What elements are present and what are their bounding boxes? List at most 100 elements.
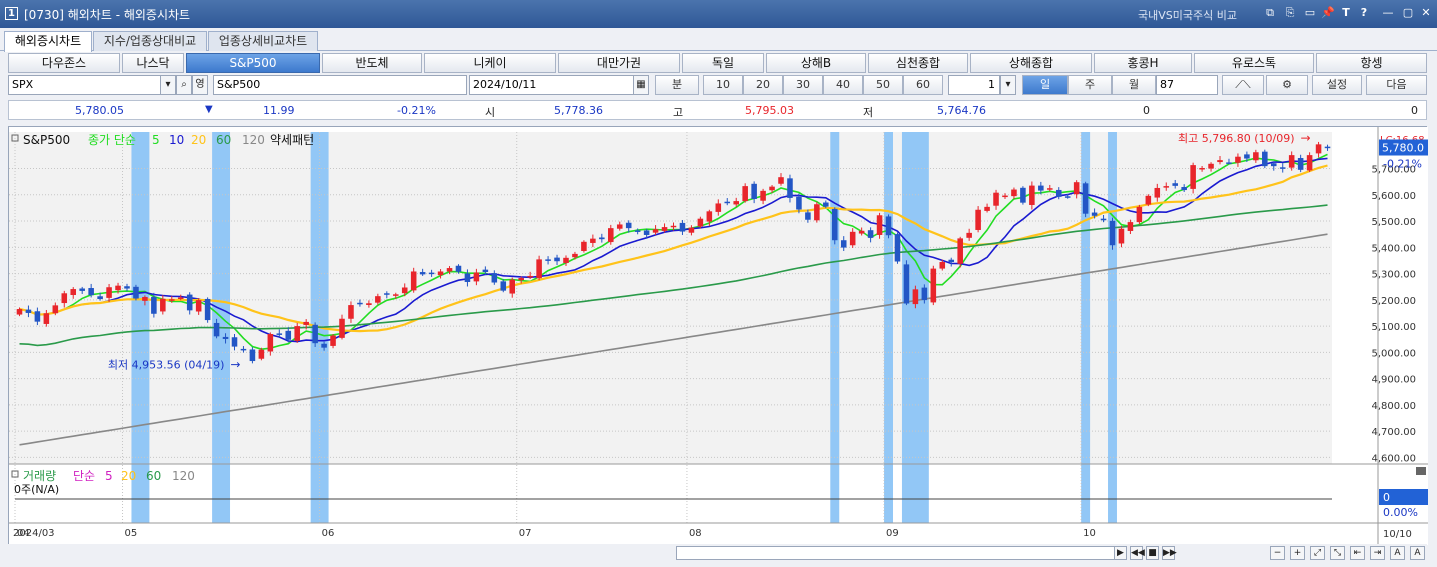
- candle-body: [751, 183, 757, 199]
- play-icon[interactable]: ▶: [1114, 546, 1127, 560]
- zoom-fit-icon[interactable]: ⤢: [1310, 546, 1325, 560]
- index-button-shenzhen[interactable]: 심천종합: [868, 53, 968, 73]
- minimize-icon[interactable]: —: [1380, 5, 1396, 21]
- font-icon[interactable]: T: [1338, 5, 1354, 21]
- candle-body: [43, 313, 50, 324]
- index-button-germany[interactable]: 독일: [682, 53, 764, 73]
- minute-20-button[interactable]: 20: [743, 75, 783, 95]
- index-button-dow[interactable]: 다우존스: [8, 53, 120, 73]
- candle-body: [384, 293, 390, 295]
- minute-30-button[interactable]: 30: [783, 75, 823, 95]
- candle-body: [446, 268, 453, 272]
- period-week-button[interactable]: 주: [1068, 75, 1112, 95]
- date-tick: 07: [519, 528, 532, 539]
- font-large-icon[interactable]: A: [1410, 546, 1425, 560]
- index-button-taiwan[interactable]: 대만가권: [558, 53, 680, 73]
- candle-body: [715, 203, 722, 212]
- ying-button[interactable]: 영: [192, 75, 208, 95]
- zoom-in-icon[interactable]: +: [1290, 546, 1305, 560]
- period-month-button[interactable]: 월: [1112, 75, 1156, 95]
- restore-icon[interactable]: ▭: [1302, 5, 1318, 21]
- font-small-icon[interactable]: A: [1390, 546, 1405, 560]
- candle-body: [643, 230, 650, 235]
- zoom-reset-icon[interactable]: ⤡: [1330, 546, 1345, 560]
- chart-area[interactable]: 5,700.00 5,600.00 5,500.00 5,400.00 5,300.00…: [8, 126, 1428, 545]
- candle-body: [706, 211, 713, 222]
- candle-body: [151, 296, 157, 314]
- period-day-button[interactable]: 일: [1022, 75, 1068, 95]
- settings-button[interactable]: 설정: [1312, 75, 1362, 95]
- symbol-input[interactable]: SPX: [8, 75, 174, 95]
- copy-icon[interactable]: ⎘: [1282, 5, 1298, 21]
- candle-body: [276, 333, 283, 335]
- candle-body: [805, 212, 811, 220]
- search-icon[interactable]: ⌕: [176, 75, 192, 95]
- candle-body: [1145, 195, 1152, 205]
- compare-link[interactable]: 국내VS미국주식 비교: [1138, 7, 1237, 23]
- interval-minute-button[interactable]: 분: [655, 75, 699, 95]
- tab-sector-compare[interactable]: 업종상세비교차트: [208, 31, 318, 51]
- rewind-icon[interactable]: ◀◀: [1130, 546, 1145, 560]
- index-button-sp500[interactable]: S&P500: [186, 53, 320, 73]
- candle-body: [1029, 185, 1035, 205]
- count-input[interactable]: 1: [948, 75, 1000, 95]
- minute-10-button[interactable]: 10: [703, 75, 743, 95]
- next-button[interactable]: 다음: [1366, 75, 1427, 95]
- index-button-hongkong-h[interactable]: 홍콩H: [1094, 53, 1192, 73]
- pan-left-icon[interactable]: ⇤: [1350, 546, 1365, 560]
- candle-body: [375, 296, 381, 303]
- candle-body: [97, 296, 103, 300]
- candle-body: [1073, 182, 1080, 195]
- pan-right-icon[interactable]: ⇥: [1370, 546, 1385, 560]
- calendar-icon[interactable]: ▦: [633, 75, 649, 95]
- candle-body: [957, 238, 963, 264]
- bar-count-input[interactable]: 87: [1156, 75, 1218, 95]
- low-value: 5,764.76: [937, 104, 986, 117]
- index-button-nikkei[interactable]: 니케이: [424, 53, 556, 73]
- price-chart[interactable]: 5,700.005,600.005,500.005,400.005,300.00…: [9, 127, 1428, 545]
- collapse-icon: [1416, 467, 1426, 475]
- candle-body: [831, 208, 838, 241]
- index-button-hangseng[interactable]: 항셍: [1316, 53, 1427, 73]
- zoom-out-icon[interactable]: −: [1270, 546, 1285, 560]
- index-button-semiconductor[interactable]: 반도체: [322, 53, 422, 73]
- candle-body: [1190, 165, 1196, 189]
- index-button-nasdaq[interactable]: 나스닥: [122, 53, 184, 73]
- horizontal-scrollbar[interactable]: ▶ ◀◀ ■ ▶▶ − + ⤢ ⤡ ⇤ ⇥ A A: [8, 544, 1427, 562]
- maximize-icon[interactable]: ▢: [1400, 5, 1416, 21]
- tab-index-compare[interactable]: 지수/업종상대비교: [93, 31, 207, 51]
- minute-50-button[interactable]: 50: [863, 75, 903, 95]
- scroll-thumb[interactable]: [676, 546, 1116, 560]
- chart-zoom-icon[interactable]: ⟋⟍: [1222, 75, 1264, 95]
- chevron-down-icon[interactable]: ▾: [1000, 75, 1016, 95]
- candle-body: [563, 257, 569, 263]
- index-button-eurostoxx[interactable]: 유로스톡: [1194, 53, 1314, 73]
- forward-icon[interactable]: ▶▶: [1162, 546, 1177, 560]
- candle-body: [545, 259, 551, 261]
- minute-40-button[interactable]: 40: [823, 75, 863, 95]
- close-icon[interactable]: ✕: [1418, 5, 1434, 21]
- date-axis-end: 10/10: [1383, 529, 1412, 540]
- candle-body: [518, 278, 524, 281]
- chart-tools-icon[interactable]: ⚙: [1266, 75, 1308, 95]
- candle-body: [616, 224, 623, 229]
- help-icon[interactable]: ?: [1356, 5, 1372, 21]
- legend-ma-label: 종가 단순: [88, 133, 136, 147]
- stop-icon[interactable]: ■: [1146, 546, 1159, 560]
- arrow-right-icon: →: [230, 358, 240, 372]
- date-input[interactable]: 2024/10/11: [469, 75, 649, 95]
- tab-overseas-chart[interactable]: 해외증시차트: [4, 31, 92, 52]
- candle-body: [249, 349, 256, 362]
- candle-body: [966, 232, 972, 238]
- legend-ma-5: 5: [152, 133, 160, 147]
- pin-icon[interactable]: 📌: [1320, 5, 1336, 21]
- link-icon[interactable]: ⧉: [1262, 5, 1278, 21]
- chevron-down-icon[interactable]: ▾: [160, 75, 176, 95]
- minute-60-button[interactable]: 60: [903, 75, 943, 95]
- index-button-shanghai-composite[interactable]: 상해종합: [970, 53, 1092, 73]
- candle-body: [536, 259, 542, 279]
- volume-ma-120: 120: [172, 469, 195, 483]
- change-value: 11.99: [263, 104, 295, 117]
- index-button-shanghai-b[interactable]: 상해B: [766, 53, 866, 73]
- volume-axis-pct: 0.00%: [1383, 506, 1418, 519]
